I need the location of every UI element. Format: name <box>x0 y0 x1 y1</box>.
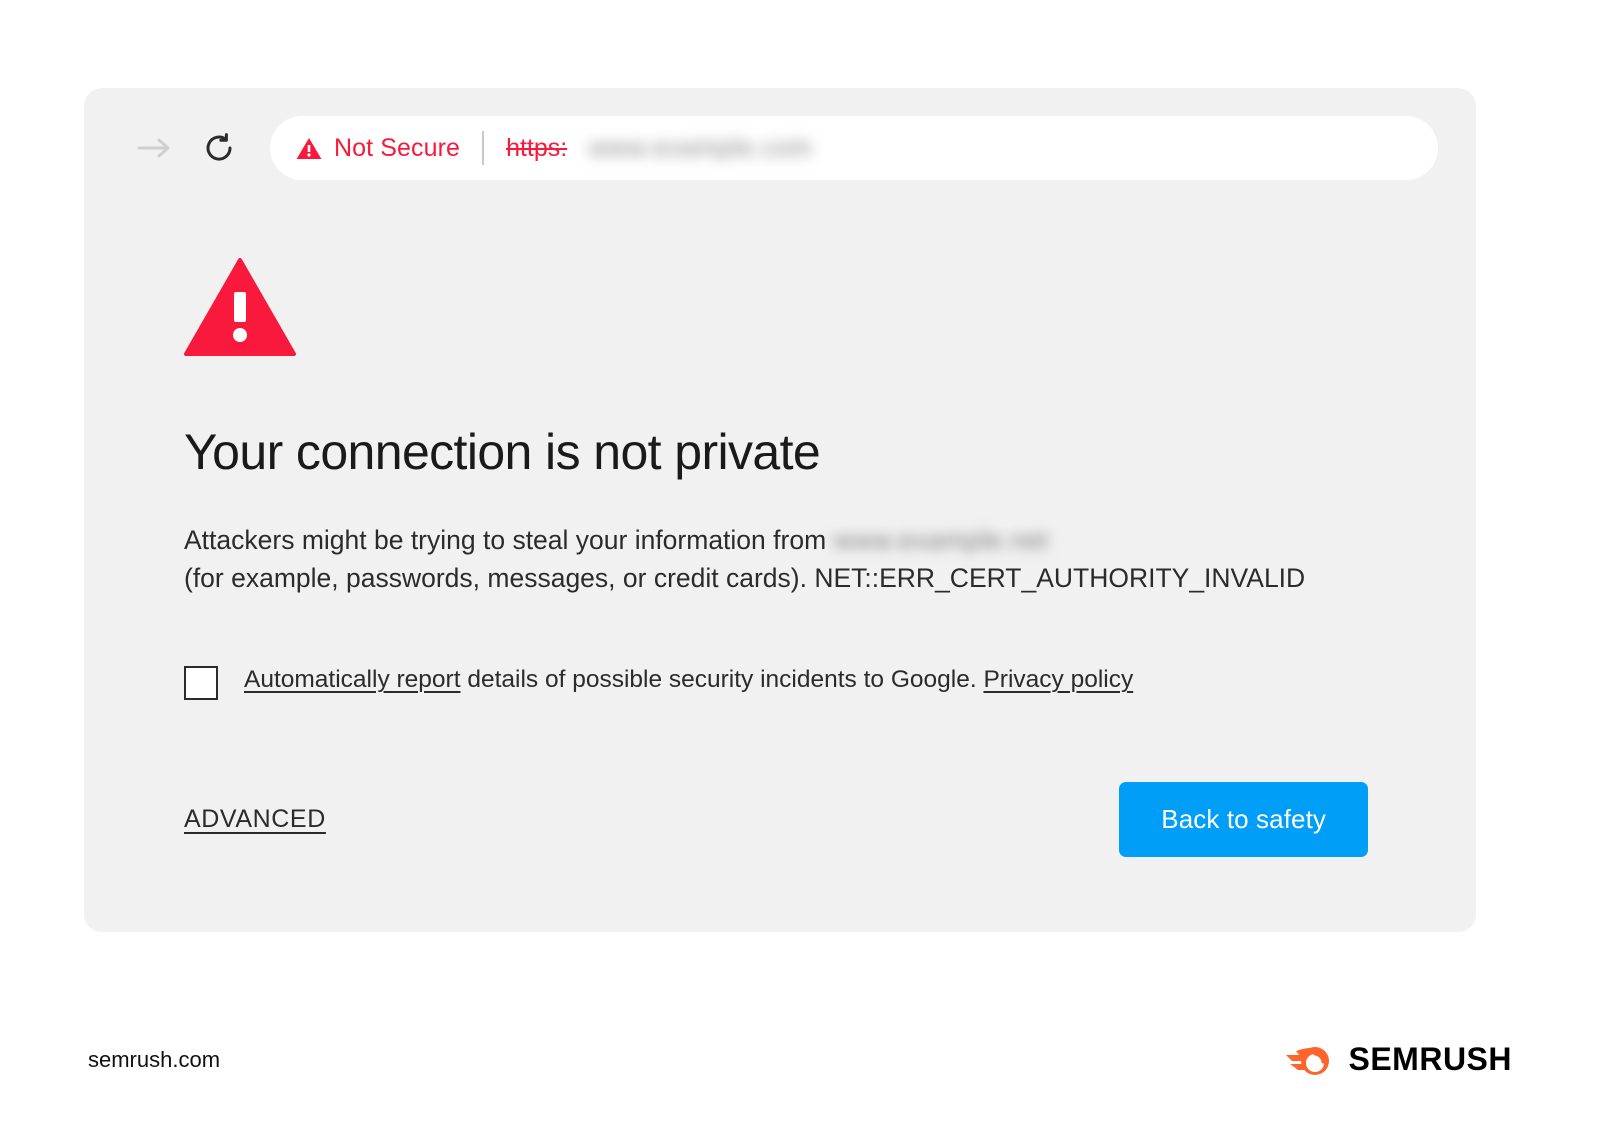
address-bar[interactable]: Not Secure https: www.example.com <box>270 116 1438 180</box>
error-host-blurred: www.example.net <box>833 525 1049 555</box>
footer-domain-label: semrush.com <box>88 1047 221 1072</box>
report-checkbox-label: Automatically report details of possible… <box>244 663 1133 696</box>
error-description-prefix: Attackers might be trying to steal your … <box>184 525 827 555</box>
url-host-blurred: www.example.com <box>589 133 813 162</box>
advanced-button[interactable]: ADVANCED <box>184 805 326 834</box>
reload-icon[interactable] <box>196 125 242 171</box>
interstitial-body: Your connection is not private Attackers… <box>184 248 1416 858</box>
back-to-safety-button[interactable]: Back to safety <box>1119 782 1368 858</box>
report-checkbox-row[interactable]: Automatically report details of possible… <box>184 597 1416 701</box>
page-title: Your connection is not private <box>184 424 821 480</box>
semrush-wordmark: SEMRUSH <box>1348 1041 1512 1077</box>
report-checkbox-middle-text: details of possible security incidents t… <box>460 666 984 694</box>
semrush-comet-icon <box>1286 1046 1330 1075</box>
not-secure-badge[interactable]: Not Secure <box>296 134 460 163</box>
omnibox-divider <box>482 131 485 165</box>
warning-triangle-icon <box>184 258 296 356</box>
url-scheme-struck: https: <box>506 133 568 162</box>
error-description: Attackers might be trying to steal your … <box>184 480 1416 597</box>
report-checkbox[interactable] <box>184 666 218 701</box>
forward-arrow-icon[interactable] <box>132 125 178 171</box>
semrush-logo: SEMRUSH <box>1286 1041 1512 1078</box>
automatically-report-link[interactable]: Automatically report <box>244 666 461 693</box>
error-description-suffix: (for example, passwords, messages, or cr… <box>184 562 1306 593</box>
browser-toolbar: Not Secure https: www.example.com <box>84 88 1476 208</box>
privacy-policy-link[interactable]: Privacy policy <box>983 666 1133 693</box>
not-secure-label: Not Secure <box>334 133 461 162</box>
interstitial-actions: ADVANCED Back to safety <box>184 700 1416 858</box>
browser-window-card: Not Secure https: www.example.com Your c… <box>84 88 1476 932</box>
warning-triangle-icon <box>296 137 322 159</box>
